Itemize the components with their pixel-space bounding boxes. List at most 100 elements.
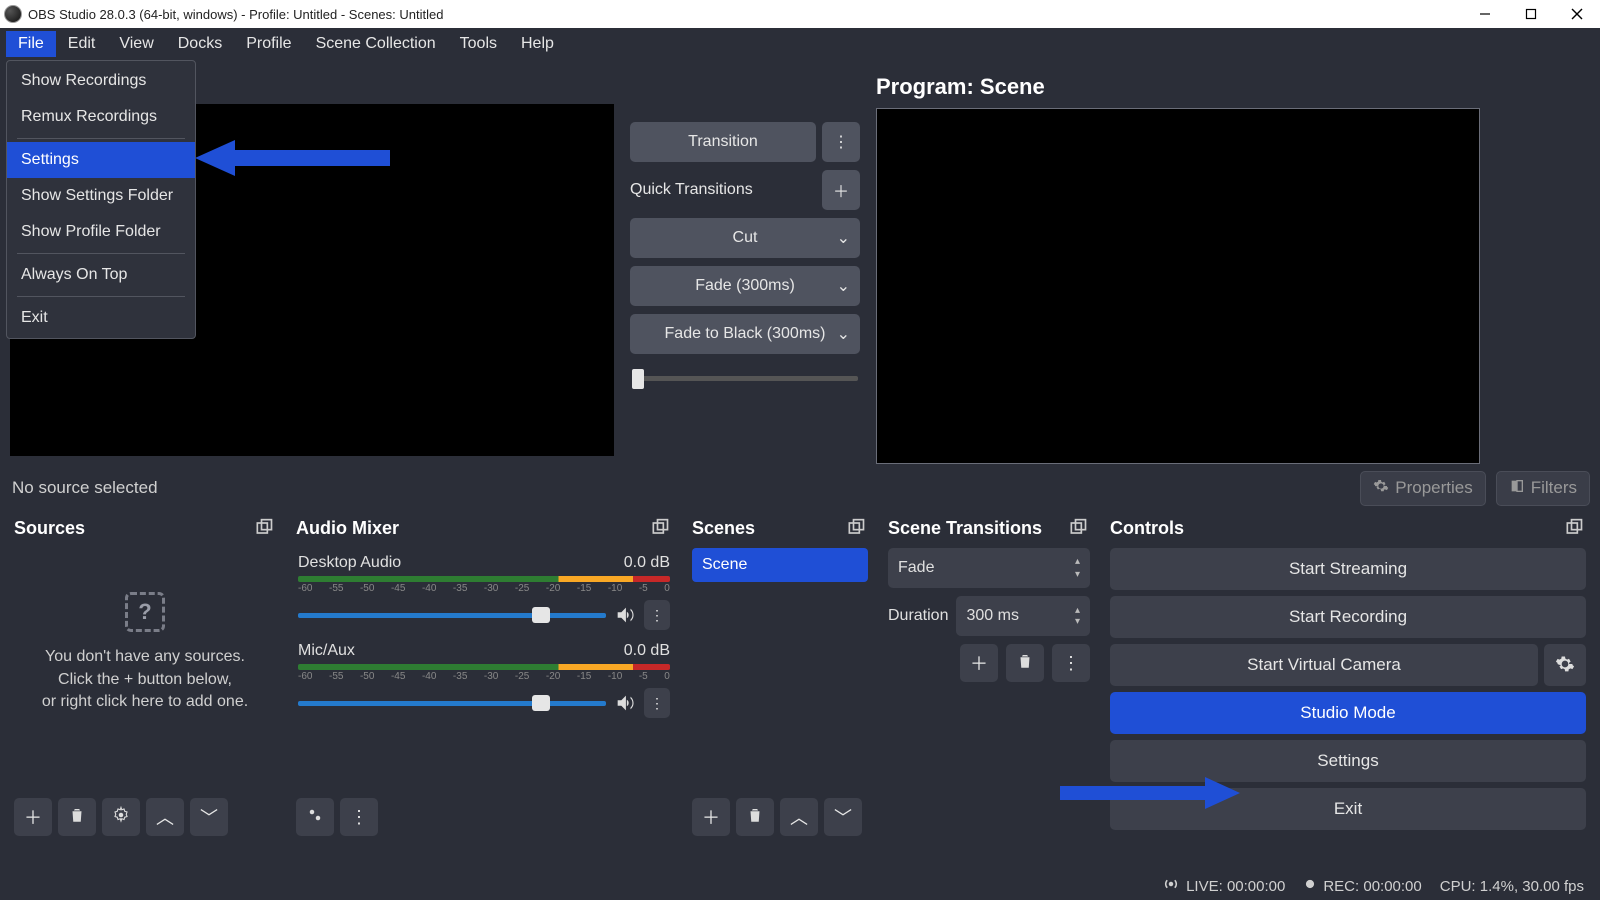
quick-transition-cut[interactable]: Cut ⌄ (630, 218, 860, 258)
menu-item-exit[interactable]: Exit (7, 300, 195, 336)
menu-file[interactable]: File (6, 31, 56, 57)
properties-button[interactable]: Properties (1360, 471, 1485, 506)
speaker-icon[interactable] (614, 604, 636, 626)
add-source-button[interactable]: ＋ (14, 798, 52, 836)
mixer-channel-name: Desktop Audio (298, 554, 401, 572)
audio-mixer-options-button[interactable]: ⋮ (340, 798, 378, 836)
menu-item-remux-recordings[interactable]: Remux Recordings (7, 99, 195, 135)
menu-profile[interactable]: Profile (234, 31, 303, 57)
updown-spinner-icon: ▴▾ (1075, 605, 1080, 627)
volume-slider[interactable] (298, 613, 606, 618)
move-scene-down-button[interactable]: ﹀ (824, 798, 862, 836)
sources-empty-state[interactable]: ? You don't have any sources. Click the … (14, 548, 276, 758)
volume-thumb[interactable] (532, 607, 550, 623)
sources-header: Sources (8, 512, 282, 548)
menu-separator (17, 296, 185, 297)
menu-scene-collection[interactable]: Scene Collection (304, 31, 448, 57)
studio-mode-button[interactable]: Studio Mode (1110, 692, 1586, 734)
context-row: No source selected Properties Filters (0, 470, 1600, 512)
tbar-slider[interactable] (632, 376, 858, 381)
move-source-down-button[interactable]: ﹀ (190, 798, 228, 836)
add-quick-transition-button[interactable]: ＋ (822, 170, 860, 210)
menu-edit[interactable]: Edit (56, 31, 108, 57)
quick-transition-label: Fade (300ms) (695, 277, 795, 295)
window-minimize-button[interactable] (1462, 0, 1508, 28)
move-scene-up-button[interactable]: ︿ (780, 798, 818, 836)
remove-transition-button[interactable] (1006, 644, 1044, 682)
menu-view[interactable]: View (107, 31, 165, 57)
menu-docks[interactable]: Docks (166, 31, 234, 57)
status-cpu: CPU: 1.4%, 30.00 fps (1440, 878, 1584, 895)
audio-mixer-title: Audio Mixer (296, 518, 399, 539)
file-dropdown: Show Recordings Remux Recordings Setting… (6, 60, 196, 339)
window-close-button[interactable] (1554, 0, 1600, 28)
menu-item-show-profile-folder[interactable]: Show Profile Folder (7, 214, 195, 250)
program-title: Program: Scene (876, 68, 1590, 108)
controls-header: Controls (1104, 512, 1592, 548)
popout-icon[interactable] (1068, 518, 1088, 538)
virtual-camera-settings-button[interactable] (1544, 644, 1586, 686)
popout-icon[interactable] (650, 518, 670, 538)
chevron-down-icon: ﹀ (200, 804, 218, 830)
docks-row: Sources ? You don't have any sources. Cl… (0, 512, 1600, 842)
chevron-down-icon: ﹀ (834, 804, 852, 830)
quick-transition-fade-to-black[interactable]: Fade to Black (300ms) ⌄ (630, 314, 860, 354)
duration-input[interactable]: 300 ms ▴▾ (956, 596, 1090, 636)
channel-options-button[interactable]: ⋮ (644, 600, 670, 630)
gear-icon (1555, 654, 1575, 677)
program-canvas[interactable] (876, 108, 1480, 464)
channel-options-button[interactable]: ⋮ (644, 688, 670, 718)
mixer-channel-mic-aux: Mic/Aux 0.0 dB -60-55-50-45-40-35-30-25-… (296, 636, 672, 724)
mixer-channel-desktop-audio: Desktop Audio 0.0 dB -60-55-50-45-40-35-… (296, 548, 672, 636)
volume-thumb[interactable] (532, 695, 550, 711)
scene-item[interactable]: Scene (692, 548, 868, 582)
popout-icon[interactable] (846, 518, 866, 538)
transition-column: Transition ⋮ Quick Transitions ＋ Cut ⌄ F… (630, 68, 860, 464)
window-maximize-button[interactable] (1508, 0, 1554, 28)
menu-help[interactable]: Help (509, 31, 566, 57)
start-streaming-button[interactable]: Start Streaming (1110, 548, 1586, 590)
scene-transitions-title: Scene Transitions (888, 518, 1042, 539)
filters-button[interactable]: Filters (1496, 471, 1590, 506)
dots-vertical-icon: ⋮ (650, 607, 664, 624)
annotation-arrow-to-menu-settings (195, 138, 395, 178)
trash-icon (1016, 652, 1034, 675)
menu-item-settings[interactable]: Settings (7, 142, 195, 178)
popout-icon[interactable] (254, 518, 274, 538)
controls-title: Controls (1110, 518, 1184, 539)
menu-item-always-on-top[interactable]: Always On Top (7, 257, 195, 293)
move-source-up-button[interactable]: ︿ (146, 798, 184, 836)
popout-icon[interactable] (1564, 518, 1584, 538)
sources-panel: Sources ? You don't have any sources. Cl… (8, 512, 282, 842)
add-transition-button[interactable]: ＋ (960, 644, 998, 682)
menu-item-show-settings-folder[interactable]: Show Settings Folder (7, 178, 195, 214)
start-virtual-camera-button[interactable]: Start Virtual Camera (1110, 644, 1538, 686)
quick-transition-fade[interactable]: Fade (300ms) ⌄ (630, 266, 860, 306)
transition-select[interactable]: Fade ▴▾ (888, 548, 1090, 588)
transition-properties-button[interactable]: ⋮ (1052, 644, 1090, 682)
transition-button[interactable]: Transition (630, 122, 816, 162)
speaker-icon[interactable] (614, 692, 636, 714)
menu-tools[interactable]: Tools (448, 31, 509, 57)
scenes-title: Scenes (692, 518, 755, 539)
transition-options-button[interactable]: ⋮ (822, 122, 860, 162)
menu-separator (17, 253, 185, 254)
menu-item-show-recordings[interactable]: Show Recordings (7, 63, 195, 99)
audio-mixer-header: Audio Mixer (290, 512, 678, 548)
filters-label: Filters (1531, 478, 1577, 498)
add-scene-button[interactable]: ＋ (692, 798, 730, 836)
advanced-audio-button[interactable] (296, 798, 334, 836)
volume-slider[interactable] (298, 701, 606, 706)
mixer-channel-level: 0.0 dB (624, 642, 670, 660)
chevron-up-icon: ︿ (156, 804, 174, 830)
remove-source-button[interactable] (58, 798, 96, 836)
remove-scene-button[interactable] (736, 798, 774, 836)
transition-select-label: Fade (898, 559, 934, 577)
source-settings-button[interactable] (102, 798, 140, 836)
tbar-thumb[interactable] (632, 369, 644, 389)
missing-source-icon: ? (125, 592, 165, 632)
properties-label: Properties (1395, 478, 1472, 498)
sources-empty-line3: or right click here to add one. (42, 691, 248, 713)
start-recording-button[interactable]: Start Recording (1110, 596, 1586, 638)
dots-vertical-icon: ⋮ (350, 807, 368, 828)
